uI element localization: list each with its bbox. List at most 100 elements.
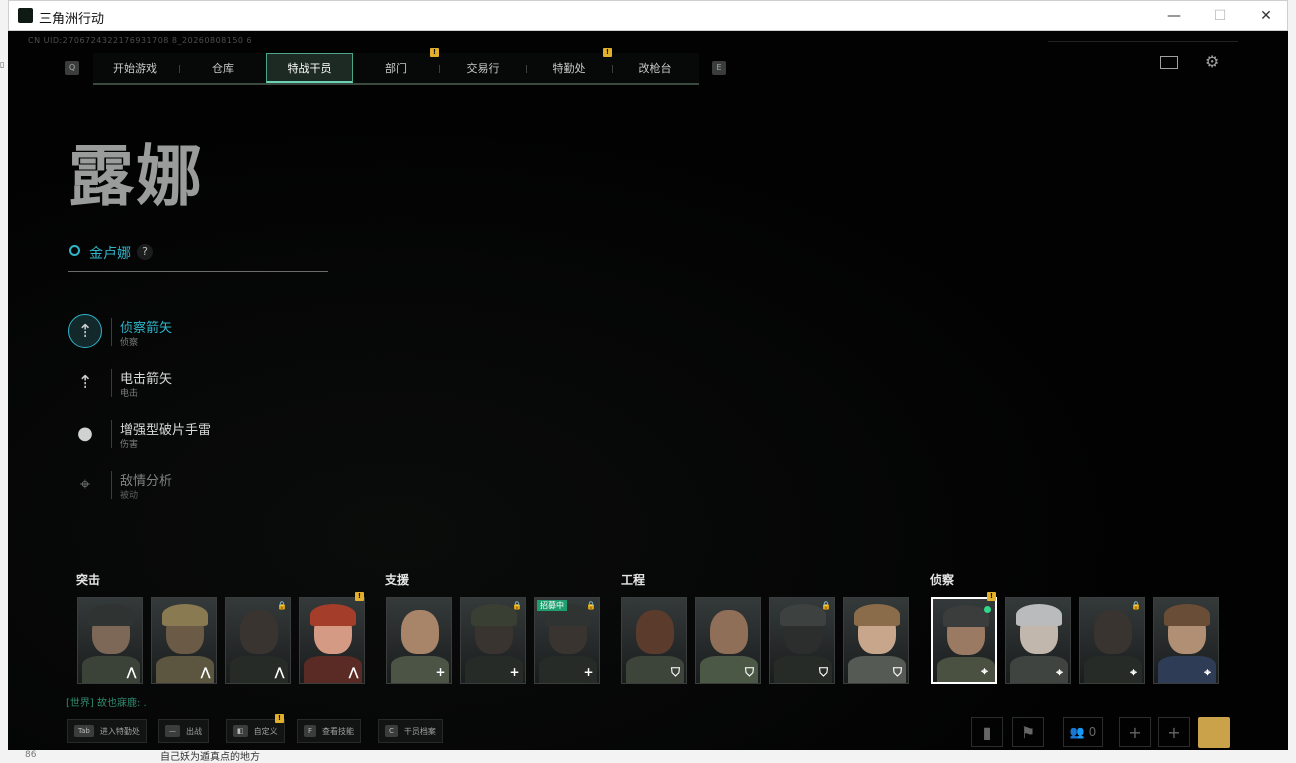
hint-key: F — [304, 725, 317, 737]
assault-class-icon: ⋀ — [126, 665, 137, 679]
lock-icon: 🔒 — [277, 601, 287, 610]
mail-icon[interactable] — [1160, 56, 1178, 69]
tab-separator — [612, 65, 613, 73]
lock-icon: 🔒 — [586, 601, 596, 610]
skill-type: 电击 — [120, 389, 139, 399]
hint-key: ◧ — [233, 725, 248, 737]
online-dot-icon — [984, 606, 991, 613]
hint-label: 出战 — [186, 726, 202, 736]
friends-count: 0 — [1088, 725, 1097, 739]
category-support: 支援 — [385, 573, 410, 587]
engineer-class-icon: ⛉ — [818, 665, 828, 679]
operator-card[interactable]: 🔒 ⛉ — [769, 597, 835, 684]
category-engineer: 工程 — [621, 573, 646, 587]
header-bar-decoration — [1048, 41, 1238, 42]
skill-type: 伤害 — [120, 440, 139, 450]
hint-operator-profile[interactable]: C 干员档案 — [378, 719, 443, 743]
world-chat-message[interactable]: [世界] 故也寐鹿: . — [66, 694, 147, 709]
player-avatar[interactable] — [1198, 717, 1230, 748]
codename-divider — [68, 271, 328, 272]
hint-label: 自定义 — [253, 726, 278, 736]
operator-card[interactable]: + — [386, 597, 452, 684]
selected-operator-warning-badge: ! — [987, 592, 996, 601]
maximize-button[interactable]: ☐ — [1197, 1, 1243, 31]
operator-card[interactable]: 招募中 🔒 + — [534, 597, 600, 684]
friends-button[interactable]: 👥 0 — [1063, 717, 1103, 747]
crosshair-icon[interactable]: ⌖ — [68, 467, 102, 501]
tab-separator — [439, 65, 440, 73]
operator-codename: 金卢娜 — [89, 246, 131, 262]
close-button[interactable]: ✕ — [1243, 1, 1289, 31]
engineer-class-icon: ⛉ — [892, 665, 902, 679]
skill-name[interactable]: 电击箭矢 — [120, 368, 172, 387]
hint-deploy[interactable]: — 出战 — [158, 719, 209, 743]
arrow-icon[interactable]: ⇡ — [68, 314, 102, 348]
arrow-icon[interactable]: ⇡ — [68, 365, 102, 399]
skill-name[interactable]: 敌情分析 — [120, 470, 172, 489]
hint-key: Tab — [74, 725, 94, 737]
operator-card[interactable]: 🔒 ⋀ — [225, 597, 291, 684]
recon-class-icon: ⌖ — [981, 664, 988, 678]
operator-card-selected[interactable]: ⌖ — [931, 597, 997, 684]
operator-card[interactable]: 🔒 ⌖ — [1079, 597, 1145, 684]
hint-special-ops[interactable]: Tab 进入特勤处 — [67, 719, 147, 743]
tab-start-game[interactable]: 开始游戏 — [100, 53, 170, 83]
tab-department[interactable]: 部门 — [361, 53, 431, 83]
operator-card[interactable]: ⌖ — [1005, 597, 1071, 684]
friends-icon: 👥 — [1069, 725, 1085, 739]
help-icon[interactable]: ? — [137, 244, 153, 260]
skill-name[interactable]: 增强型破片手雷 — [120, 419, 211, 438]
game-viewport: CN UID:2706724322176931708 8_20260808150… — [8, 31, 1288, 750]
operator-card[interactable]: ⋀ — [299, 597, 365, 684]
assault-class-icon: ⋀ — [348, 665, 359, 679]
background-editor-text: 自己妖为遁真点的地方 — [160, 752, 260, 763]
window-titlebar: 三角洲行动 — ☐ ✕ — [8, 0, 1288, 31]
lock-icon: 🔒 — [821, 601, 831, 610]
operator-card[interactable]: ⛉ — [843, 597, 909, 684]
support-class-icon: + — [435, 665, 446, 679]
lock-icon: 🔒 — [1131, 601, 1141, 610]
tab-trading[interactable]: 交易行 — [448, 53, 518, 83]
operator-name: 露娜 — [68, 137, 204, 215]
settings-gear-icon[interactable]: ⚙ — [1205, 54, 1221, 70]
support-class-icon: + — [583, 665, 594, 679]
skill-type: 被动 — [120, 491, 139, 501]
engineer-class-icon: ⛉ — [744, 665, 754, 679]
hint-view-skills[interactable]: F 查看技能 — [297, 719, 362, 743]
skill-divider — [111, 420, 112, 448]
recon-class-icon: ⌖ — [1130, 665, 1137, 679]
operator-card[interactable]: ⛉ — [695, 597, 761, 684]
special-ops-warning-badge: ! — [603, 48, 612, 57]
recon-class-icon: ⌖ — [1056, 665, 1063, 679]
minimize-button[interactable]: — — [1151, 1, 1197, 31]
tab-warehouse[interactable]: 仓库 — [188, 53, 258, 83]
flag-icon[interactable]: ⚑ — [1012, 717, 1044, 747]
stats-chart-icon[interactable]: ▮ — [971, 717, 1003, 747]
hint-key: — — [165, 725, 180, 737]
operator-card[interactable]: ⌖ — [1153, 597, 1219, 684]
tab-special-ops[interactable]: 特勤处 — [534, 53, 604, 83]
nav-prev-key[interactable]: Q — [65, 61, 79, 75]
tab-operators[interactable]: 特战干员 — [266, 53, 353, 83]
skill-type: 侦察 — [120, 338, 139, 348]
operator-card[interactable]: ⋀ — [151, 597, 217, 684]
category-recon: 侦察 — [930, 573, 955, 587]
assault-class-icon: ⋀ — [200, 665, 211, 679]
skill-name[interactable]: 侦察箭矢 — [120, 317, 172, 336]
player-uid: CN UID:2706724322176931708 8_20260808150… — [28, 36, 253, 45]
add-party-slot-button[interactable]: + — [1119, 717, 1151, 747]
tab-separator — [526, 65, 527, 73]
app-logo-icon — [18, 8, 33, 23]
recon-class-icon: ⌖ — [1204, 665, 1211, 679]
skill-divider — [111, 318, 112, 346]
grenade-icon[interactable]: ● — [68, 416, 102, 450]
hint-label: 查看技能 — [322, 726, 355, 736]
hint-label: 进入特勤处 — [99, 726, 140, 736]
lock-icon: 🔒 — [512, 601, 522, 610]
nav-next-key[interactable]: E — [712, 61, 726, 75]
operator-card[interactable]: ⋀ — [77, 597, 143, 684]
add-party-slot-button[interactable]: + — [1158, 717, 1190, 747]
tab-gunsmith[interactable]: 改枪台 — [620, 53, 690, 83]
operator-card[interactable]: ⛉ — [621, 597, 687, 684]
operator-card[interactable]: 🔒 + — [460, 597, 526, 684]
